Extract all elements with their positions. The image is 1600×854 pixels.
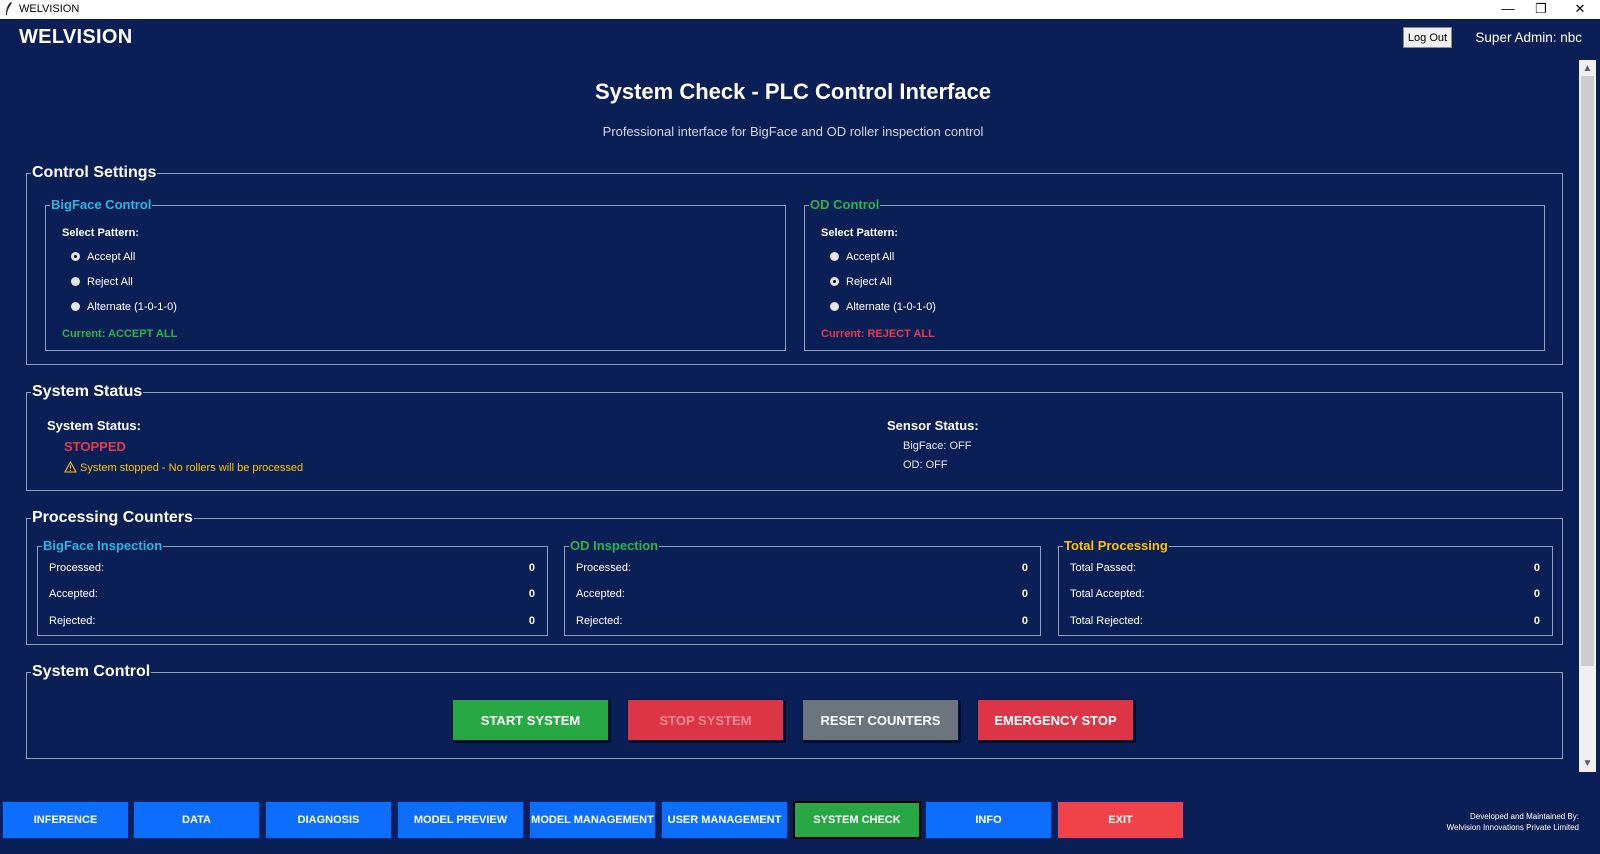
nav-user-management[interactable]: USER MANAGEMENT	[661, 801, 788, 839]
nav-model-management[interactable]: MODEL MANAGEMENT	[529, 801, 656, 839]
nav-inference[interactable]: INFERENCE	[2, 801, 129, 839]
page-subtitle: Professional interface for BigFace and O…	[602, 124, 984, 139]
credit-line: Developed and Maintained By:	[1470, 812, 1579, 821]
current-pattern: Current: REJECT ALL	[821, 328, 935, 340]
panel-title: OD Inspection	[569, 538, 660, 554]
radio-reject-all[interactable]: Reject All	[830, 274, 892, 290]
select-pattern-label: Select Pattern:	[821, 227, 899, 239]
user-label: Super Admin: nbc	[1475, 30, 1582, 45]
system-status-label: System Status:	[47, 418, 141, 433]
radio-unselected-icon	[71, 277, 80, 286]
counter-value: 0	[1021, 562, 1028, 574]
counter-label: Total Accepted:	[1070, 588, 1145, 600]
sensor-od: OD: OFF	[903, 459, 948, 471]
sensor-status-label: Sensor Status:	[887, 418, 979, 433]
counter-value: 0	[528, 562, 535, 574]
nav-exit[interactable]: EXIT	[1057, 801, 1184, 839]
system-status-section: System Status System Status: STOPPED Sys…	[26, 382, 1563, 491]
vertical-scrollbar[interactable]: ▲ ▼	[1579, 60, 1596, 772]
panel-title: Total Processing	[1063, 538, 1169, 554]
panel-title: OD Control	[809, 197, 881, 213]
radio-accept-all[interactable]: Accept All	[830, 249, 894, 265]
emergency-stop-button[interactable]: EMERGENCY STOP	[977, 699, 1134, 741]
select-pattern-label: Select Pattern:	[62, 227, 140, 239]
scrollbar-thumb[interactable]	[1581, 76, 1594, 666]
system-status-value: STOPPED	[64, 439, 126, 454]
radio-accept-all[interactable]: Accept All	[71, 249, 135, 265]
od-control-panel: OD Control Select Pattern: Accept All Re…	[804, 197, 1545, 351]
panel-title: BigFace Control	[50, 197, 153, 213]
radio-unselected-icon	[71, 302, 80, 311]
radio-alternate[interactable]: Alternate (1-0-1-0)	[830, 299, 936, 315]
credit-line: Welvision Innovations Private Limited	[1446, 823, 1579, 832]
current-pattern: Current: ACCEPT ALL	[62, 328, 178, 340]
counter-value: 0	[1533, 562, 1540, 574]
counter-value: 0	[1021, 588, 1028, 600]
page-title: System Check - PLC Control Interface	[594, 79, 992, 104]
nav-system-check[interactable]: SYSTEM CHECK	[793, 801, 921, 839]
logout-button[interactable]: Log Out	[1403, 27, 1452, 48]
reset-counters-button[interactable]: RESET COUNTERS	[802, 699, 959, 741]
counter-label: Processed:	[576, 562, 632, 574]
counter-label: Rejected:	[576, 615, 623, 627]
counter-value: 0	[1021, 615, 1028, 627]
feather-icon	[6, 2, 12, 15]
radio-alternate[interactable]: Alternate (1-0-1-0)	[71, 299, 177, 315]
counter-label: Processed:	[49, 562, 105, 574]
stop-system-button[interactable]: STOP SYSTEM	[627, 699, 784, 741]
scroll-down-icon[interactable]: ▼	[1579, 755, 1596, 772]
counter-label: Accepted:	[576, 588, 625, 600]
radio-unselected-icon	[830, 252, 839, 261]
nav-diagnosis[interactable]: DIAGNOSIS	[265, 801, 392, 839]
bigface-control-panel: BigFace Control Select Pattern: Accept A…	[45, 197, 786, 351]
section-title: Processing Counters	[31, 508, 194, 528]
radio-selected-icon	[71, 252, 80, 261]
sensor-bigface: BigFace: OFF	[903, 440, 972, 452]
radio-reject-all[interactable]: Reject All	[71, 274, 133, 290]
section-title: Control Settings	[31, 163, 158, 183]
warning-triangle-icon	[64, 460, 77, 473]
counter-value: 0	[1533, 615, 1540, 627]
control-settings-section: Control Settings BigFace Control Select …	[26, 163, 1563, 365]
radio-unselected-icon	[830, 302, 839, 311]
restore-button[interactable]: ❐	[1521, 0, 1561, 19]
processing-counters-section: Processing Counters BigFace Inspection P…	[26, 508, 1563, 645]
close-button[interactable]: ✕	[1560, 0, 1600, 19]
section-title: System Status	[31, 382, 144, 402]
counter-value: 0	[528, 588, 535, 600]
footer-credits: Developed and Maintained By: Welvision I…	[1447, 811, 1579, 833]
radio-selected-icon	[830, 277, 839, 286]
counter-label: Total Passed:	[1070, 562, 1137, 574]
nav-info[interactable]: INFO	[925, 801, 1052, 839]
counter-value: 0	[1533, 588, 1540, 600]
nav-data[interactable]: DATA	[133, 801, 260, 839]
counter-label: Rejected:	[49, 615, 96, 627]
counter-label: Accepted:	[49, 588, 98, 600]
window-title: WELVISION	[19, 3, 80, 15]
nav-model-preview[interactable]: MODEL PREVIEW	[397, 801, 524, 839]
counter-label: Total Rejected:	[1070, 615, 1143, 627]
od-inspection-panel: OD Inspection Processed: 0 Accepted: 0 R…	[564, 538, 1041, 636]
system-control-section: System Control START SYSTEM STOP SYSTEM …	[26, 662, 1563, 759]
section-title: System Control	[31, 662, 152, 682]
bigface-inspection-panel: BigFace Inspection Processed: 0 Accepted…	[37, 538, 548, 636]
status-warning: System stopped - No rollers will be proc…	[64, 460, 303, 474]
total-processing-panel: Total Processing Total Passed: 0 Total A…	[1058, 538, 1553, 636]
app-name: WELVISION	[19, 26, 133, 48]
window-titlebar: WELVISION — ❐ ✕	[0, 0, 1600, 19]
panel-title: BigFace Inspection	[42, 538, 164, 554]
counter-value: 0	[528, 615, 535, 627]
scroll-up-icon[interactable]: ▲	[1579, 60, 1596, 77]
start-system-button[interactable]: START SYSTEM	[452, 699, 609, 741]
